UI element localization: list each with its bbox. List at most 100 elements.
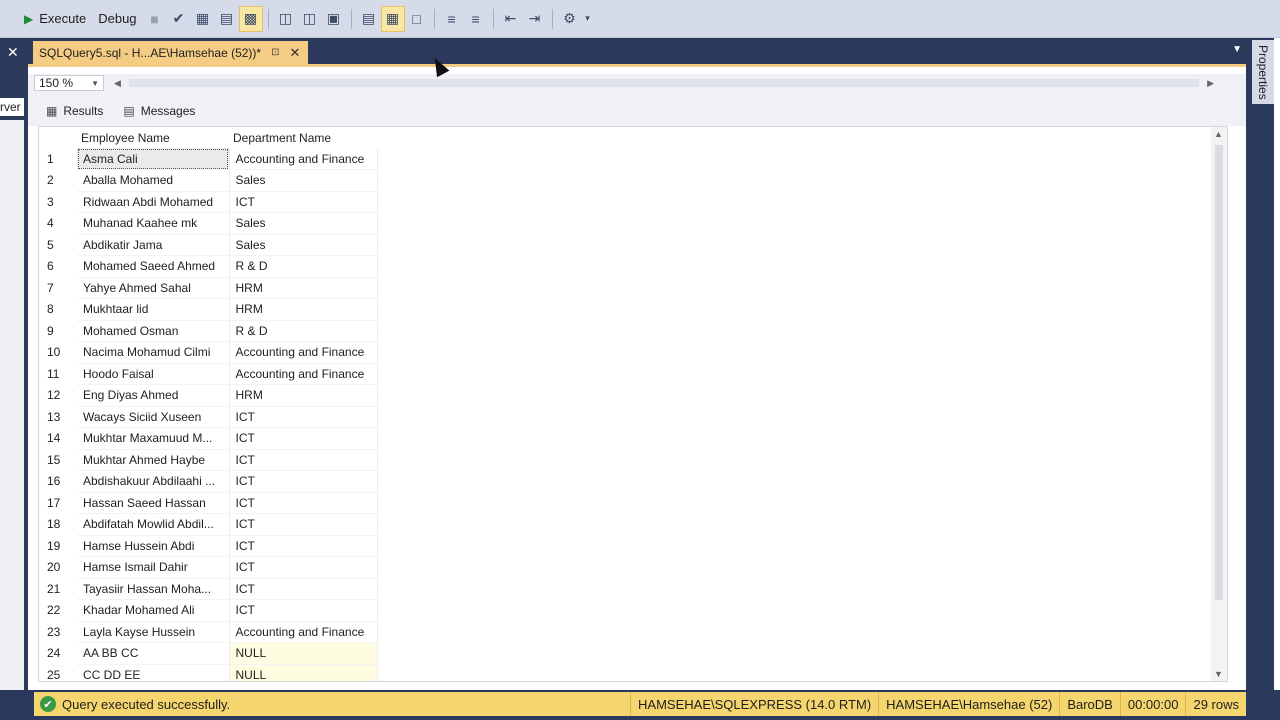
employee-name-cell[interactable]: Yahye Ahmed Sahal — [77, 277, 230, 299]
employee-name-cell[interactable]: Hamse Ismail Dahir — [77, 556, 230, 579]
uncomment-icon[interactable]: ≡ — [464, 6, 488, 32]
employee-name-cell[interactable]: Eng Diyas Ahmed — [77, 384, 230, 407]
employee-name-cell[interactable]: Mohamed Saeed Ahmed — [77, 255, 230, 278]
department-name-cell[interactable]: ICT — [229, 427, 378, 450]
department-name-cell[interactable]: ICT — [229, 513, 378, 536]
intellisense-icon[interactable]: ▩ — [238, 5, 263, 32]
column-header[interactable]: Department Name — [229, 127, 377, 148]
department-name-cell[interactable]: ICT — [229, 599, 378, 622]
department-name-cell[interactable]: ICT — [229, 492, 378, 514]
department-name-cell[interactable]: HRM — [229, 277, 378, 299]
employee-name-cell[interactable]: Mukhtaar lid — [77, 298, 230, 321]
department-name-cell[interactable]: NULL — [229, 642, 378, 665]
table-row[interactable]: 20 Hamse Ismail Dahir ICT — [39, 556, 378, 579]
employee-name-cell[interactable]: Abdishakuur Abdilaahi ... — [77, 470, 230, 493]
stop-icon[interactable]: ■ — [143, 6, 167, 32]
results-to-text-icon[interactable]: ▤ — [357, 6, 381, 32]
toolbar-overflow-icon[interactable]: ▾ — [582, 6, 594, 32]
editor-hscrollbar[interactable]: ◀ ▶ — [114, 78, 1214, 88]
employee-name-cell[interactable]: Hamse Hussein Abdi — [77, 535, 230, 557]
department-name-cell[interactable]: R & D — [229, 320, 378, 342]
close-tab-icon[interactable]: ✕ — [289, 45, 300, 61]
employee-name-cell[interactable]: Khadar Mohamed Ali — [77, 599, 230, 622]
comment-icon[interactable]: ≡ — [440, 6, 464, 32]
include-plan-icon[interactable]: ◫ — [274, 6, 298, 32]
employee-name-cell[interactable]: Mukhtar Ahmed Haybe — [77, 449, 230, 471]
table-row[interactable]: 8 Mukhtaar lid HRM — [39, 298, 378, 321]
table-row[interactable]: 7 Yahye Ahmed Sahal HRM — [39, 277, 378, 299]
employee-name-cell[interactable]: Muhanad Kaahee mk — [77, 212, 230, 235]
employee-name-cell[interactable]: Mohamed Osman — [77, 320, 230, 342]
employee-name-cell[interactable]: Ridwaan Abdi Mohamed — [77, 191, 230, 213]
table-row[interactable]: 2 Aballa Mohamed Sales — [39, 169, 378, 192]
decrease-indent-icon[interactable]: ⇤ — [499, 6, 523, 32]
department-name-cell[interactable]: ICT — [229, 449, 378, 471]
department-name-cell[interactable]: Accounting and Finance — [229, 341, 378, 364]
department-name-cell[interactable]: HRM — [229, 298, 378, 321]
employee-name-cell[interactable]: Hassan Saeed Hassan — [77, 492, 230, 514]
table-row[interactable]: 18 Abdifatah Mowlid Abdil... ICT — [39, 513, 378, 536]
tab-sqlquery5[interactable]: SQLQuery5.sql - H...AE\Hamsehae (52))* ⊡… — [33, 41, 309, 64]
employee-name-cell[interactable]: CC DD EE — [77, 664, 230, 681]
employee-name-cell[interactable]: Nacima Mohamud Cilmi — [77, 341, 230, 364]
employee-name-cell[interactable]: Hoodo Faisal — [77, 363, 230, 385]
employee-name-cell[interactable]: Layla Kayse Hussein — [77, 621, 230, 643]
table-row[interactable]: 11 Hoodo Faisal Accounting and Finance — [39, 363, 378, 385]
results-vscrollbar[interactable]: ▲ ▼ — [1211, 127, 1227, 681]
pin-icon[interactable]: ⊡ — [271, 47, 279, 58]
table-row[interactable]: 15 Mukhtar Ahmed Haybe ICT — [39, 449, 378, 471]
table-row[interactable]: 4 Muhanad Kaahee mk Sales — [39, 212, 378, 235]
specify-values-icon[interactable]: ⚙ — [558, 6, 582, 32]
live-stats-icon[interactable]: ◫ — [298, 6, 322, 32]
department-name-cell[interactable]: NULL — [229, 664, 378, 681]
estimated-plan-icon[interactable]: ▦ — [191, 6, 215, 32]
table-row[interactable]: 10 Nacima Mohamud Cilmi Accounting and Fin… — [39, 341, 378, 364]
department-name-cell[interactable]: ICT — [229, 535, 378, 557]
table-row[interactable]: 23 Layla Kayse Hussein Accounting and Fina… — [39, 621, 378, 643]
employee-name-cell[interactable]: Tayasiir Hassan Moha... — [77, 578, 230, 600]
employee-name-cell[interactable]: AA BB CC — [77, 642, 230, 665]
department-name-cell[interactable]: Accounting and Finance — [229, 363, 378, 385]
department-name-cell[interactable]: Sales — [229, 169, 378, 192]
zoom-select[interactable]: 150 % ▼ — [34, 75, 104, 91]
results-grid[interactable]: Employee Name Department Name 1 Asma Cali… — [38, 126, 1228, 682]
scroll-right-icon[interactable]: ▶ — [1207, 78, 1214, 89]
column-header[interactable]: Employee Name — [77, 127, 229, 148]
scroll-thumb[interactable] — [1215, 145, 1223, 600]
tab-messages[interactable]: ▤ Messages — [113, 96, 205, 126]
table-row[interactable]: 5 Abdikatir Jama Sales — [39, 234, 378, 256]
tab-list-dropdown-icon[interactable]: ▼ — [1232, 44, 1242, 55]
employee-name-cell[interactable]: Asma Cali — [77, 148, 230, 170]
table-row[interactable]: 24 AA BB CC NULL — [39, 642, 378, 665]
parse-check-icon[interactable]: ✔ — [167, 6, 191, 32]
table-row[interactable]: 25 CC DD EE NULL — [39, 664, 378, 681]
table-row[interactable]: 13 Wacays Siciid Xuseen ICT — [39, 406, 378, 428]
department-name-cell[interactable]: Sales — [229, 212, 378, 235]
debug-button[interactable]: Debug — [92, 6, 142, 32]
table-row[interactable]: 17 Hassan Saeed Hassan ICT — [39, 492, 378, 514]
table-row[interactable]: 9 Mohamed Osman R & D — [39, 320, 378, 342]
table-row[interactable]: 1 Asma Cali Accounting and Finance — [39, 148, 378, 170]
increase-indent-icon[interactable]: ⇥ — [523, 6, 547, 32]
table-row[interactable]: 3 Ridwaan Abdi Mohamed ICT — [39, 191, 378, 213]
employee-name-cell[interactable]: Wacays Siciid Xuseen — [77, 406, 230, 428]
scroll-down-icon[interactable]: ▼ — [1214, 669, 1223, 679]
table-row[interactable]: 21 Tayasiir Hassan Moha... ICT — [39, 578, 378, 600]
results-to-file-icon[interactable]: □ — [405, 6, 429, 32]
table-row[interactable]: 19 Hamse Hussein Abdi ICT — [39, 535, 378, 557]
department-name-cell[interactable]: Sales — [229, 234, 378, 256]
query-options-icon[interactable]: ▤ — [215, 6, 239, 32]
table-row[interactable]: 22 Khadar Mohamed Ali ICT — [39, 599, 378, 622]
department-name-cell[interactable]: ICT — [229, 406, 378, 428]
scroll-up-icon[interactable]: ▲ — [1214, 129, 1223, 139]
department-name-cell[interactable]: Accounting and Finance — [229, 148, 378, 170]
department-name-cell[interactable]: Accounting and Finance — [229, 621, 378, 643]
tab-results[interactable]: ▦ Results — [36, 96, 114, 126]
department-name-cell[interactable]: ICT — [229, 470, 378, 493]
department-name-cell[interactable]: R & D — [229, 255, 378, 278]
scroll-thumb[interactable] — [128, 79, 1200, 87]
scroll-left-icon[interactable]: ◀ — [114, 78, 121, 89]
employee-name-cell[interactable]: Abdikatir Jama — [77, 234, 230, 256]
results-to-grid-icon[interactable]: ▦ — [380, 5, 405, 32]
table-row[interactable]: 16 Abdishakuur Abdilaahi ... ICT — [39, 470, 378, 493]
